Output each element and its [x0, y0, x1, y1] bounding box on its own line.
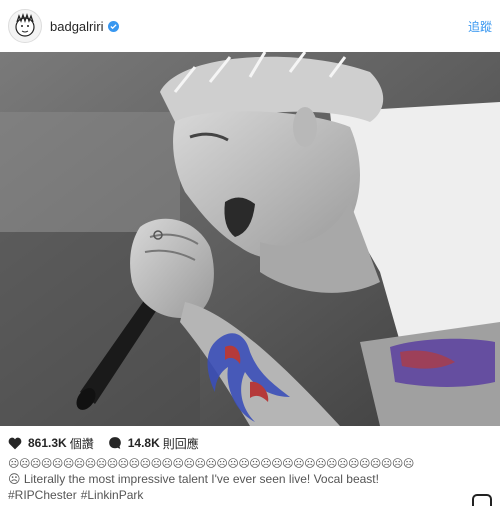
likes-count: 861.3K	[28, 436, 67, 450]
hashtag-link[interactable]: #LinkinPark	[81, 488, 144, 502]
username[interactable]: badgalriri	[50, 19, 103, 34]
likes-label: 個讚	[69, 436, 94, 451]
avatar[interactable]	[8, 9, 42, 43]
instagram-post: badgalriri 追蹤 861.3K 個讚 14.8K 則回應 ☹☹☹☹☹☹…	[0, 0, 500, 506]
post-header: badgalriri 追蹤	[0, 0, 500, 52]
instagram-icon[interactable]	[472, 494, 492, 506]
concert-singer-photo	[0, 52, 500, 426]
comments-count: 14.8K	[127, 436, 160, 450]
caption-hashtags: #RIPChester #LinkinPark	[8, 488, 147, 502]
comment-action[interactable]: 14.8K 則回應	[108, 435, 199, 452]
like-action[interactable]: 861.3K 個讚	[8, 435, 94, 452]
avatar-icon	[15, 12, 35, 37]
post-actions: 861.3K 個讚 14.8K 則回應	[8, 434, 213, 452]
comments-label: 則回應	[162, 436, 199, 451]
hashtag-link[interactable]: #RIPChester	[8, 488, 77, 502]
caption-emoji-row: ☹☹☹☹☹☹☹☹☹☹☹☹☹☹☹☹☹☹☹☹☹☹☹☹☹☹☹☹☹☹☹☹☹☹☹☹☹	[8, 458, 414, 470]
verified-badge-icon	[108, 20, 120, 32]
follow-button[interactable]: 追蹤	[468, 18, 492, 35]
caption-text: ☹ Literally the most impressive talent I…	[8, 472, 379, 486]
comment-icon	[108, 437, 121, 449]
username-block: badgalriri	[50, 19, 120, 34]
post-photo[interactable]	[0, 52, 500, 426]
heart-icon	[8, 437, 22, 449]
